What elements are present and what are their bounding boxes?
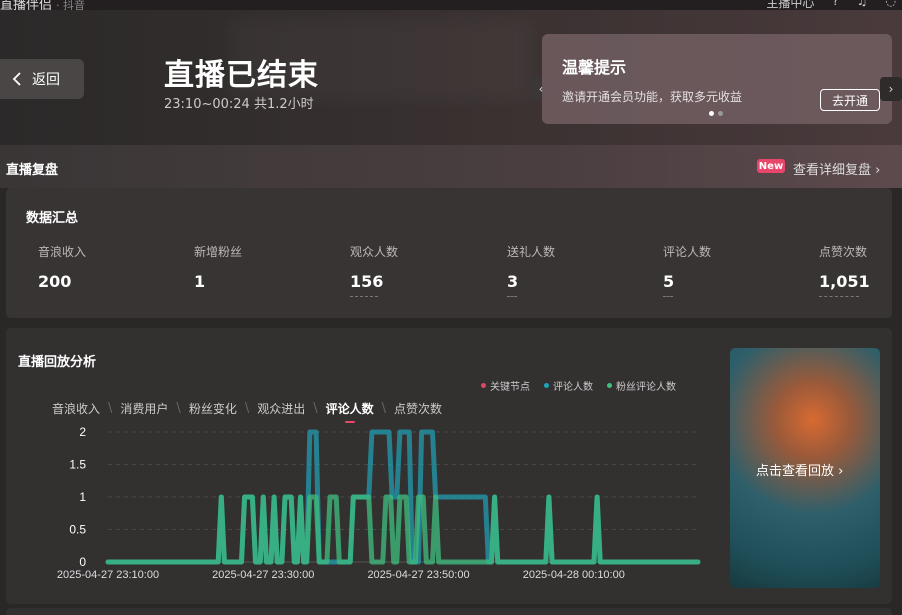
metric-value: 156 — [350, 272, 384, 291]
metric-income: 音浪收入 200 — [38, 243, 86, 291]
metric-value: 1 — [194, 272, 206, 291]
y-tick-label: 0.5 — [69, 523, 86, 537]
live-ended-header: 返回 直播已结束 23:10~00:24 共1.2小时 ‹ 温馨提示 邀请开通会… — [0, 10, 902, 145]
tip-title: 温馨提示 — [562, 58, 627, 77]
live-time-range: 23:10~00:24 共1.2小时 — [164, 97, 314, 112]
y-tick-label: 2 — [79, 425, 86, 439]
summary-title: 数据汇总 — [26, 211, 79, 226]
replay-label: 点击查看回放 › — [756, 460, 843, 479]
chevron-right-icon: › — [838, 464, 844, 479]
carousel-dot[interactable] — [718, 111, 723, 116]
activate-button[interactable]: 去开通 — [820, 89, 880, 111]
review-header: 直播复盘 New 查看详细复盘 › — [0, 145, 902, 188]
back-button-label: 返回 — [32, 72, 60, 88]
metric-new-fans: 新增粉丝 1 — [194, 243, 242, 291]
carousel-dot-active[interactable] — [709, 111, 714, 116]
review-title: 直播复盘 — [6, 163, 59, 178]
metric-viewers[interactable]: 观众人数 156 — [350, 243, 398, 297]
metric-value: 1,051 — [819, 272, 870, 291]
headset-icon[interactable]: ♫ — [857, 0, 868, 10]
y-tick-label: 1 — [79, 490, 86, 504]
metric-underline — [663, 296, 673, 297]
metric-value: 5 — [663, 272, 675, 291]
detail-review-link[interactable]: 查看详细复盘 › — [793, 159, 880, 178]
app-brand: 直播伴侣 · 抖音 — [0, 0, 85, 10]
metric-label: 评论人数 — [663, 245, 712, 259]
new-badge: New — [757, 159, 785, 173]
message-icon[interactable]: ◌ — [886, 0, 896, 10]
x-tick-label: 2025-04-27 23:30:00 — [212, 569, 314, 581]
metric-gifters[interactable]: 送礼人数 3 — [507, 243, 555, 297]
metric-label: 音浪收入 — [38, 245, 87, 259]
data-summary-card: 数据汇总 音浪收入 200 新增粉丝 1 观众人数 156 送礼人数 3 评论人… — [6, 188, 892, 318]
app-name: 直播伴侣 — [0, 0, 53, 10]
chevron-left-icon — [12, 72, 21, 86]
chevron-right-icon: › — [875, 163, 881, 178]
replay-analysis-card: 直播回放分析 关键节点 评论人数 粉丝评论人数 音浪收入 \ 消费用户 \ 粉丝… — [6, 328, 892, 604]
comment-chart[interactable]: 0 0.5 1 1.5 2 2025-04-27 23:10:00 2025-04-27 2… — [6, 328, 726, 604]
metric-underline — [350, 296, 378, 297]
metric-label: 观众人数 — [350, 245, 399, 259]
anchor-center-link[interactable]: 主播中心 — [766, 0, 814, 10]
metric-value: 3 — [507, 272, 519, 291]
help-icon[interactable]: ? — [832, 0, 838, 10]
metric-label: 送礼人数 — [507, 245, 556, 259]
carousel-next-button[interactable]: › — [880, 77, 902, 101]
carousel-dots — [709, 111, 723, 116]
metric-commenters[interactable]: 评论人数 5 — [663, 243, 711, 297]
tip-description: 邀请开通会员功能，获取多元收益 — [562, 90, 743, 104]
replay-thumbnail[interactable]: 点击查看回放 › — [730, 348, 880, 588]
metric-label: 新增粉丝 — [194, 245, 243, 259]
metric-label: 点赞次数 — [819, 245, 868, 259]
metric-underline — [819, 296, 859, 297]
metric-value: 200 — [38, 272, 72, 291]
replay-label-text: 点击查看回放 — [756, 464, 835, 479]
app-platform: · 抖音 — [56, 0, 86, 10]
y-tick-label: 1.5 — [69, 458, 86, 472]
back-button[interactable]: 返回 — [0, 59, 84, 99]
x-tick-label: 2025-04-27 23:50:00 — [367, 569, 469, 581]
page-title: 直播已结束 — [164, 58, 319, 93]
y-tick-label: 0 — [79, 555, 86, 569]
metric-likes[interactable]: 点赞次数 1,051 — [819, 243, 870, 297]
tip-card: 温馨提示 邀请开通会员功能，获取多元收益 去开通 — [542, 34, 892, 124]
metric-underline — [507, 296, 517, 297]
detail-review-label: 查看详细复盘 — [793, 163, 872, 178]
chevron-right-icon: › — [888, 82, 894, 96]
next-card-edge — [6, 608, 892, 615]
app-titlebar: 直播伴侣 · 抖音 主播中心 ? ♫ ◌ — [0, 0, 902, 10]
x-tick-label: 2025-04-28 00:10:00 — [523, 569, 625, 581]
titlebar-actions: 主播中心 ? ♫ ◌ — [766, 0, 896, 10]
x-tick-label: 2025-04-27 23:10:00 — [57, 569, 159, 581]
